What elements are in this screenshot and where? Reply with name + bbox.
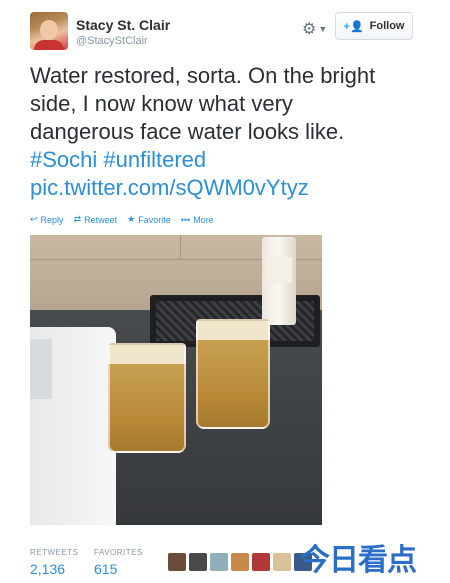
tweet-line: side, I now know what very [30, 91, 293, 116]
follow-label: Follow [369, 20, 405, 32]
gear-icon: ⚙ [302, 21, 317, 38]
chevron-down-icon: ▼ [318, 24, 328, 34]
favorites-value: 615 [94, 561, 118, 577]
favoriter-avatar[interactable] [210, 553, 228, 571]
tweet-header: Stacy St. Clair @StacyStClair ⚙ ▼ +👤 Fol… [30, 12, 420, 52]
user-actions-menu[interactable]: ⚙ ▼ [302, 18, 332, 40]
photo-water-glass [196, 319, 270, 429]
retweet-button[interactable]: ⇄ Retweet [74, 214, 118, 225]
hashtag-sochi[interactable]: #Sochi [30, 147, 97, 172]
star-icon: ★ [127, 214, 136, 224]
favoriter-avatars [168, 553, 312, 571]
favorites-label: FAVORITES [94, 548, 143, 557]
reply-button[interactable]: ↩ Reply [30, 214, 64, 225]
user-name[interactable]: Stacy St. Clair [76, 17, 170, 33]
avatar-face [40, 20, 58, 40]
favoriter-avatar[interactable] [252, 553, 270, 571]
ellipsis-icon: ••• [180, 214, 191, 225]
hashtag-unfiltered[interactable]: #unfiltered [103, 147, 206, 172]
retweets-value: 2,136 [30, 561, 66, 577]
favorite-button[interactable]: ★ Favorite [127, 214, 171, 225]
tweet-actions: ↩ Reply ⇄ Retweet ★ Favorite ••• More [30, 214, 214, 225]
favoriter-avatar[interactable] [273, 553, 291, 571]
tweet-line: dangerous face water looks like. [30, 119, 345, 144]
watermark-text: 今日看点 [300, 543, 417, 578]
reply-label: Reply [40, 214, 64, 225]
photo-bottle [262, 237, 296, 325]
more-button[interactable]: ••• More [181, 214, 214, 225]
reply-icon: ↩ [30, 214, 38, 224]
favoriter-avatar[interactable] [189, 553, 207, 571]
retweet-icon: ⇄ [73, 214, 82, 224]
retweet-label: Retweet [84, 214, 118, 225]
favorite-label: Favorite [138, 214, 171, 225]
follow-button[interactable]: +👤 Follow [335, 12, 413, 40]
more-label: More [193, 214, 214, 225]
user-handle[interactable]: @StacyStClair [76, 35, 148, 47]
photo-sink [30, 327, 116, 525]
photo-water-glass [108, 343, 186, 453]
avatar-shirt [34, 40, 64, 50]
favorite-count[interactable]: FAVORITES 615 [94, 548, 143, 577]
tweet-text: Water restored, sorta. On the bright sid… [30, 62, 420, 202]
photo-link[interactable]: pic.twitter.com/sQWM0vYtyz [30, 174, 420, 202]
favoriter-avatar[interactable] [231, 553, 249, 571]
retweets-label: RETWEETS [30, 548, 79, 557]
tweet-line: Water restored, sorta. On the bright [30, 63, 376, 88]
watermark-logo: 今日看点 [300, 535, 448, 581]
add-user-icon: +👤 [343, 20, 364, 33]
tweet-photo[interactable] [30, 235, 322, 525]
favoriter-avatar[interactable] [168, 553, 186, 571]
user-avatar[interactable] [30, 12, 68, 50]
retweet-count[interactable]: RETWEETS 2,136 [30, 548, 78, 577]
